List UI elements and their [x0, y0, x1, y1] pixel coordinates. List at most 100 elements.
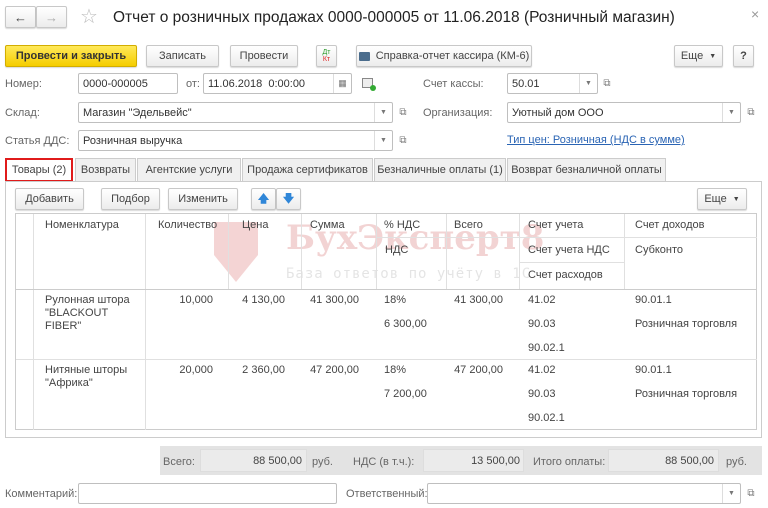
comment-field[interactable]	[78, 483, 337, 504]
open-icon[interactable]: ⧉	[744, 483, 758, 504]
org-label: Организация:	[423, 107, 493, 119]
table-more-button[interactable]: Еще ▼	[697, 188, 747, 210]
document-status-icon[interactable]	[362, 78, 376, 91]
post-and-close-button[interactable]: Провести и закрыть	[5, 45, 137, 67]
cell-income-account: 90.01.1	[635, 364, 672, 376]
cell-total: 41 300,00	[454, 294, 503, 306]
dropdown-icon[interactable]: ▼	[722, 484, 740, 503]
arrow-left-icon: ←	[14, 9, 27, 25]
col-expense-account[interactable]: Счет расходов	[528, 269, 603, 281]
cash-account-field[interactable]: 50.01 ▼	[507, 73, 598, 94]
cell-income-account: 90.01.1	[635, 294, 672, 306]
warehouse-value: Магазин "Эдельвейс"	[83, 106, 192, 119]
add-button[interactable]: Добавить	[15, 188, 84, 210]
cell-vat-account: 90.03	[528, 388, 556, 400]
cell-price: 2 360,00	[242, 364, 285, 376]
more-button[interactable]: Еще ▼	[674, 45, 723, 67]
warehouse-label: Склад:	[5, 107, 40, 119]
tab-cashless-return[interactable]: Возврат безналичной оплаты	[507, 158, 666, 181]
open-icon[interactable]: ⧉	[396, 130, 410, 151]
col-total[interactable]: Всего	[454, 219, 483, 231]
pick-button[interactable]: Подбор	[101, 188, 160, 210]
cell-qty: 10,000	[179, 294, 213, 306]
col-vat-account[interactable]: Счет учета НДС	[528, 244, 610, 256]
cell-sum: 47 200,00	[310, 364, 359, 376]
move-up-button[interactable]: 🡅	[251, 188, 276, 210]
post-button[interactable]: Провести	[230, 45, 298, 67]
open-icon[interactable]: ⧉	[600, 73, 614, 94]
cell-expense-account: 90.02.1	[528, 412, 565, 424]
dropdown-icon[interactable]: ▼	[374, 103, 392, 122]
back-button[interactable]: ←	[5, 6, 36, 28]
tab-cashless[interactable]: Безналичные оплаты (1)	[374, 158, 506, 181]
more-label: Еще	[680, 50, 704, 62]
warehouse-field[interactable]: Магазин "Эдельвейс" ▼	[78, 102, 393, 123]
date-label: от:	[186, 78, 200, 90]
tab-goods[interactable]: Товары (2)	[5, 158, 73, 182]
col-qty[interactable]: Количество	[158, 219, 217, 231]
cell-vat-rate: 18%	[384, 364, 407, 376]
col-subconto[interactable]: Субконто	[635, 244, 683, 256]
dropdown-icon[interactable]: ▼	[374, 131, 392, 150]
col-account[interactable]: Счет учета	[528, 219, 583, 231]
col-income-account[interactable]: Счет доходов	[635, 219, 704, 231]
col-price[interactable]: Цена	[242, 219, 268, 231]
open-icon[interactable]: ⧉	[396, 102, 410, 123]
dt-kt-button[interactable]: Дт Кт	[316, 45, 337, 67]
cell-qty: 20,000	[179, 364, 213, 376]
cell-vat: 6 300,00	[384, 318, 427, 330]
kt-label: Кт	[322, 56, 331, 63]
tab-returns[interactable]: Возвраты	[75, 158, 136, 181]
responsible-field[interactable]: ▼	[427, 483, 741, 504]
cell-expense-account: 90.02.1	[528, 342, 565, 354]
edit-button[interactable]: Изменить	[168, 188, 238, 210]
org-value: Уютный дом ООО	[512, 106, 604, 119]
date-value: 11.06.2018 0:00:00	[208, 77, 306, 90]
close-button[interactable]: ×	[751, 6, 759, 22]
dropdown-icon[interactable]: ▼	[722, 103, 740, 122]
cell-account: 41.02	[528, 364, 556, 376]
cell-price: 4 130,00	[242, 294, 285, 306]
responsible-label: Ответственный:	[346, 488, 428, 500]
dds-field[interactable]: Розничная выручка ▼	[78, 130, 393, 151]
col-vat-rate[interactable]: % НДС	[384, 219, 420, 231]
save-button[interactable]: Записать	[146, 45, 219, 67]
help-button[interactable]: ?	[733, 45, 754, 67]
cash-account-label: Счет кассы:	[423, 78, 484, 90]
dds-value: Розничная выручка	[83, 134, 183, 147]
comment-label: Комментарий:	[5, 488, 78, 500]
open-icon[interactable]: ⧉	[744, 102, 758, 123]
total-currency: руб.	[312, 456, 333, 468]
pay-label: Итого оплаты:	[533, 456, 606, 468]
cashier-report-button[interactable]: Справка-отчет кассира (КМ-6)	[356, 45, 532, 67]
dds-label: Статья ДДС:	[5, 135, 70, 147]
col-sum[interactable]: Сумма	[310, 219, 345, 231]
move-down-button[interactable]: 🡇	[276, 188, 301, 210]
cell-account: 41.02	[528, 294, 556, 306]
page-title: Отчет о розничных продажах 0000-000005 о…	[113, 9, 675, 26]
cell-subconto: Розничная торговля	[635, 388, 738, 400]
arrow-up-icon: 🡅	[257, 192, 270, 205]
tab-certificates[interactable]: Продажа сертификатов	[242, 158, 373, 181]
cell-sum: 41 300,00	[310, 294, 359, 306]
star-icon[interactable]: ☆	[80, 4, 98, 29]
total-value: 88 500,00	[200, 449, 307, 472]
org-field[interactable]: Уютный дом ООО ▼	[507, 102, 741, 123]
arrow-right-icon: →	[45, 9, 58, 25]
forward-button[interactable]: →	[36, 6, 67, 28]
calendar-icon[interactable]: ▦	[333, 74, 351, 93]
cell-subconto: Розничная торговля	[635, 318, 738, 330]
number-field[interactable]: 0000-000005	[78, 73, 178, 94]
date-field[interactable]: 11.06.2018 0:00:00 ▦	[203, 73, 352, 94]
pay-currency: руб.	[726, 456, 747, 468]
col-vat[interactable]: НДС	[385, 244, 408, 256]
number-label: Номер:	[5, 78, 42, 90]
chevron-down-icon: ▼	[709, 52, 717, 60]
tab-agent-services[interactable]: Агентские услуги	[137, 158, 241, 181]
price-type-link[interactable]: Тип цен: Розничная (НДС в сумме)	[507, 134, 685, 146]
col-name[interactable]: Номенклатура	[45, 219, 119, 231]
dropdown-icon[interactable]: ▼	[579, 74, 597, 93]
cell-name: Рулонная штора "BLACKOUT FIBER"	[45, 294, 130, 332]
vat-total-label: НДС (в т.ч.):	[353, 456, 415, 468]
vat-total-value: 13 500,00	[423, 449, 524, 472]
